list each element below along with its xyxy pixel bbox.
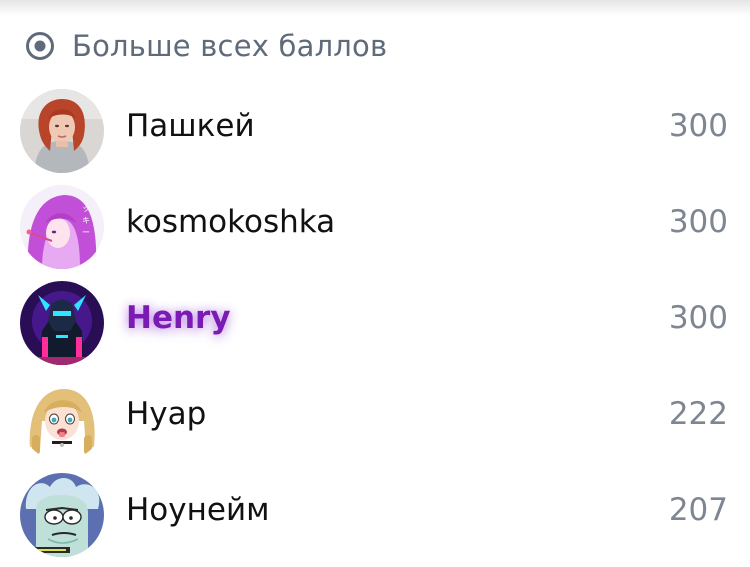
leaderboard-row[interactable]: Ноунейм 207 xyxy=(0,466,750,562)
player-score: 207 xyxy=(668,492,728,528)
player-score: 300 xyxy=(668,300,728,336)
leaderboard-list: Пашкей 300 ッ キ ー kosmokoshka 300 Henry 3… xyxy=(0,82,750,562)
avatar[interactable] xyxy=(20,89,104,173)
svg-text:ッ: ッ xyxy=(82,204,90,213)
leaderboard-row[interactable]: Henry 300 xyxy=(0,274,750,370)
svg-text:キ: キ xyxy=(82,216,90,225)
avatar-red-haired-woman-icon xyxy=(20,89,104,173)
svg-text:ー: ー xyxy=(82,228,90,237)
player-score: 300 xyxy=(668,108,728,144)
avatar[interactable] xyxy=(20,281,104,365)
top-shadow xyxy=(0,0,750,16)
section-header: Больше всех баллов xyxy=(24,26,387,66)
player-name-highlighted: Henry xyxy=(126,300,231,336)
avatar-anime-blonde-icon xyxy=(20,377,104,461)
player-name: Ноунейм xyxy=(126,492,270,528)
player-name: Нуар xyxy=(126,396,207,432)
section-title: Больше всех баллов xyxy=(72,29,388,63)
avatar-cartoon-old-man-icon xyxy=(20,473,104,557)
player-name: kosmokoshka xyxy=(126,204,336,240)
avatar[interactable]: ッ キ ー xyxy=(20,185,104,269)
leaderboard-row[interactable]: Нуар 222 xyxy=(0,370,750,466)
leaderboard-row[interactable]: ッ キ ー kosmokoshka 300 xyxy=(0,178,750,274)
player-name: Пашкей xyxy=(126,108,255,144)
avatar[interactable] xyxy=(20,377,104,461)
avatar-neon-robot-icon xyxy=(20,281,104,365)
radio-target-icon xyxy=(24,30,56,62)
player-score: 222 xyxy=(668,396,728,432)
player-score: 300 xyxy=(668,204,728,240)
avatar-anime-pink-hair-icon: ッ キ ー xyxy=(20,185,104,269)
avatar[interactable] xyxy=(20,473,104,557)
leaderboard-row[interactable]: Пашкей 300 xyxy=(0,82,750,178)
